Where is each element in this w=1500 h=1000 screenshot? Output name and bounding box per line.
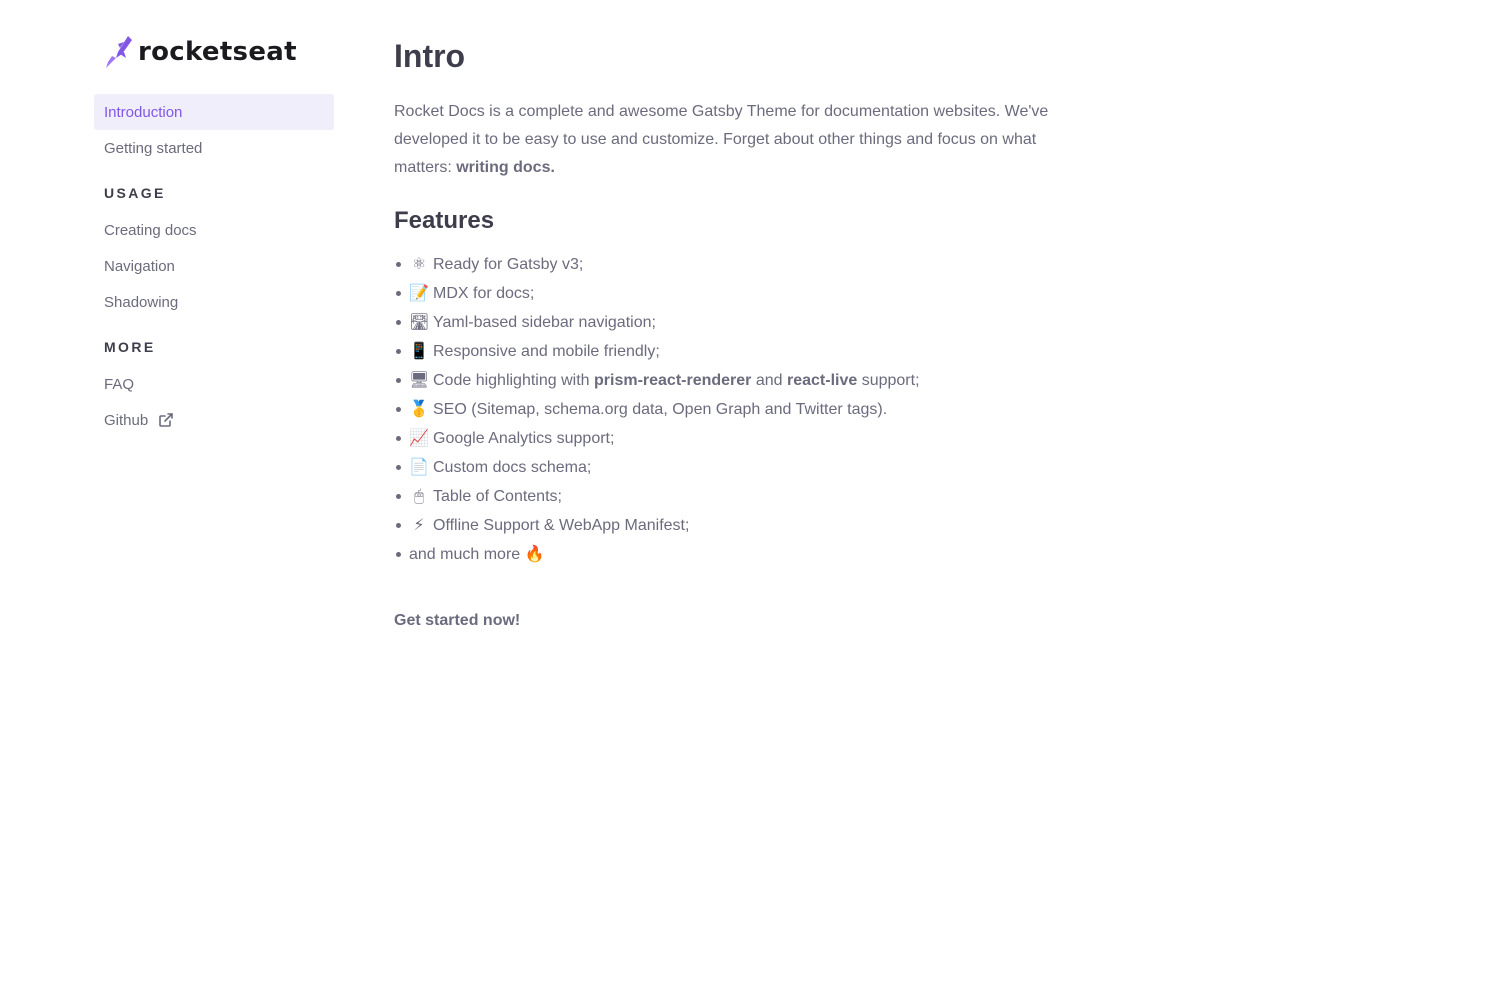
features-list: ⚛ Ready for Gatsby v3; 📝 MDX for docs; 🛣 Ya… (394, 250, 1054, 569)
logo-text: rocketseat (138, 37, 297, 67)
feature-text: Offline Support & WebApp Manifest; (433, 517, 690, 534)
feature-text: and (751, 372, 787, 389)
feature-text: Table of Contents; (433, 488, 562, 505)
sidebar-item-label: Navigation (104, 257, 175, 275)
sidebar-item-shadowing[interactable]: Shadowing (94, 284, 334, 320)
feature-text: Code highlighting with (433, 372, 594, 389)
intro-paragraph: Rocket Docs is a complete and awesome Ga… (394, 98, 1054, 182)
feature-text: Ready for Gatsby v3; (433, 256, 584, 273)
get-started-link[interactable]: Get started now! (394, 607, 520, 635)
feature-bold-prism: prism-react-renderer (594, 372, 752, 389)
list-item: 🖥 Code highlighting with prism-react-rend… (396, 366, 1054, 395)
feature-text: SEO (Sitemap, schema.org data, Open Grap… (433, 401, 888, 418)
list-item: 🛣 Yaml-based sidebar navigation; (396, 308, 1054, 337)
list-item: 📄 Custom docs schema; (396, 453, 1054, 482)
memo-icon: 📝 (409, 283, 429, 302)
desktop-computer-icon: 🖥 (409, 370, 430, 389)
intro-bold: writing docs. (456, 159, 555, 176)
road-icon: 🛣 (409, 312, 430, 331)
logo[interactable]: rocketseat (104, 30, 334, 74)
list-item: 📝 MDX for docs; (396, 279, 1054, 308)
sidebar-item-github[interactable]: Github (94, 402, 334, 438)
lightning-icon: ⚡ (413, 515, 425, 534)
sidebar-item-label: Shadowing (104, 293, 179, 311)
feature-text: support; (857, 372, 920, 389)
feature-text: Yaml-based sidebar navigation; (433, 314, 656, 331)
sidebar-item-label: Getting started (104, 139, 203, 157)
sidebar-item-creating-docs[interactable]: Creating docs (94, 212, 334, 248)
sidebar-item-label: Github (104, 411, 149, 429)
document-icon: 📄 (409, 457, 429, 476)
page: rocketseat Introduction Getting started … (0, 0, 1500, 1000)
sidebar-item-label: Introduction (104, 103, 183, 121)
sidebar-item-label: Creating docs (104, 221, 197, 239)
feature-text: Google Analytics support; (433, 430, 615, 447)
feature-bold-react-live: react-live (787, 372, 858, 389)
sidebar-item-faq[interactable]: FAQ (94, 366, 334, 402)
list-item: 🥇 SEO (Sitemap, schema.org data, Open Gra… (396, 395, 1054, 424)
list-item: 🖱 Table of Contents; (396, 482, 1054, 511)
rocket-logo-icon (106, 36, 132, 68)
sidebar: rocketseat Introduction Getting started … (94, 30, 334, 438)
list-item: ⚛ Ready for Gatsby v3; (396, 250, 1054, 279)
feature-text: and much more (409, 546, 521, 563)
list-item: 📱 Responsive and mobile friendly; (396, 337, 1054, 366)
list-item: and much more 🔥 (396, 540, 1054, 569)
gold-medal-icon: 🥇 (409, 399, 429, 418)
main-content: Intro Rocket Docs is a complete and awes… (394, 34, 1054, 635)
sidebar-section-more: MORE (104, 339, 156, 355)
sidebar-item-getting-started[interactable]: Getting started (94, 130, 334, 166)
feature-text: MDX for docs; (433, 285, 535, 302)
external-link-icon (159, 413, 174, 427)
fire-icon: 🔥 (524, 544, 545, 563)
feature-text: Custom docs schema; (433, 459, 592, 476)
sidebar-section-usage: USAGE (104, 185, 166, 201)
chart-increasing-icon: 📈 (409, 428, 429, 447)
sidebar-item-label: FAQ (104, 375, 135, 393)
mouse-icon: 🖱 (414, 486, 424, 505)
page-title: Intro (394, 38, 466, 74)
list-item: ⚡ Offline Support & WebApp Manifest; (396, 511, 1054, 540)
sidebar-item-introduction[interactable]: Introduction (94, 94, 334, 130)
sidebar-item-navigation[interactable]: Navigation (94, 248, 334, 284)
feature-text: Responsive and mobile friendly; (433, 343, 660, 360)
features-heading: Features (394, 207, 495, 234)
list-item: 📈 Google Analytics support; (396, 424, 1054, 453)
mobile-phone-icon: 📱 (409, 341, 429, 360)
atom-icon: ⚛ (411, 254, 427, 273)
